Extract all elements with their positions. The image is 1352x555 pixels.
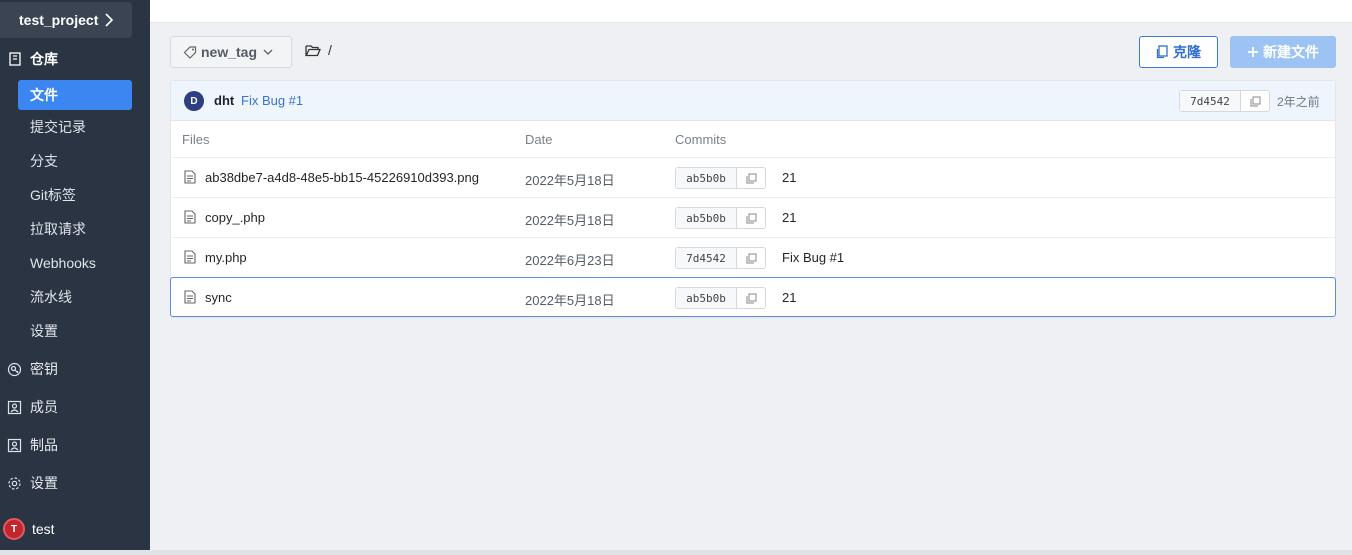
new-file-button[interactable]: 新建文件 — [1230, 36, 1336, 68]
sidebar-item-webhooks[interactable]: Webhooks — [18, 248, 132, 278]
sidebar-item-pull-requests[interactable]: 拉取请求 — [18, 214, 132, 244]
tag-select[interactable]: new_tag — [170, 36, 292, 68]
commit-message-link[interactable]: Fix Bug #1 — [782, 250, 844, 265]
avatar: T — [3, 518, 25, 540]
sidebar-item-repo-settings[interactable]: 设置 — [18, 316, 132, 346]
chevron-down-icon — [263, 48, 273, 56]
column-header-date: Date — [525, 132, 553, 147]
sidebar-item-pipelines[interactable]: 流水线 — [18, 282, 132, 312]
tag-icon — [183, 45, 197, 59]
new-file-button-label: 新建文件 — [1263, 44, 1319, 60]
commit-hash-chip: ab5b0b — [675, 287, 766, 309]
file-icon — [184, 250, 196, 264]
sidebar-item-label: 成员 — [30, 399, 58, 415]
user-name: test — [32, 521, 55, 537]
sidebar-item-members[interactable]: 成员 — [0, 392, 150, 422]
table-row[interactable]: ab38dbe7-a4d8-48e5-bb15-45226910d393.png… — [171, 157, 1335, 197]
sidebar-item-branches[interactable]: 分支 — [18, 146, 132, 176]
latest-commit-bar: D dht Fix Bug #1 7d4542 2年之前 — [171, 81, 1335, 121]
copy-icon[interactable] — [737, 213, 765, 224]
commit-hash[interactable]: ab5b0b — [676, 208, 737, 228]
commit-message-link[interactable]: 21 — [782, 210, 796, 225]
repo-icon — [8, 52, 22, 66]
chevron-right-icon — [104, 13, 114, 27]
commit-hash[interactable]: ab5b0b — [676, 288, 737, 308]
sidebar: test_project 仓库 文件 提交记录 分支 Git标签 拉取请求 We… — [0, 0, 150, 550]
sidebar-item-secrets[interactable]: 密钥 — [0, 354, 150, 384]
commit-hash[interactable]: ab5b0b — [676, 168, 737, 188]
commit-message-link[interactable]: 21 — [782, 170, 796, 185]
sidebar-item-label: 文件 — [30, 87, 58, 103]
file-date: 2022年5月18日 — [525, 293, 615, 308]
plus-icon — [1247, 46, 1259, 58]
commit-hash-chip: 7d4542 — [675, 247, 766, 269]
project-switcher[interactable]: test_project — [0, 2, 132, 38]
key-icon — [7, 362, 22, 377]
sidebar-section-repo[interactable]: 仓库 — [0, 44, 150, 74]
avatar: D — [184, 91, 204, 111]
artifacts-icon — [7, 438, 22, 453]
clone-button[interactable]: 克隆 — [1139, 36, 1218, 68]
sidebar-item-label: 提交记录 — [30, 119, 86, 135]
file-browser: D dht Fix Bug #1 7d4542 2年之前 Files Date … — [170, 80, 1336, 318]
sidebar-item-label: Webhooks — [30, 255, 96, 271]
file-icon — [184, 290, 196, 304]
file-date: 2022年5月18日 — [525, 173, 615, 188]
members-icon — [7, 400, 22, 415]
sidebar-section-label: 仓库 — [30, 51, 58, 67]
gear-icon — [7, 476, 22, 491]
commit-time: 2年之前 — [1277, 95, 1320, 109]
file-date: 2022年6月23日 — [525, 253, 615, 268]
sidebar-item-label: 设置 — [30, 323, 58, 339]
file-name-link[interactable]: sync — [205, 290, 232, 305]
file-icon — [184, 170, 196, 184]
sidebar-item-label: 制品 — [30, 437, 58, 453]
breadcrumb-path[interactable]: / — [328, 42, 332, 58]
commit-hash[interactable]: 7d4542 — [1180, 91, 1241, 111]
commit-message-link[interactable]: 21 — [782, 290, 796, 305]
copy-icon[interactable] — [737, 293, 765, 304]
copy-icon[interactable] — [737, 253, 765, 264]
sidebar-item-commits[interactable]: 提交记录 — [18, 112, 132, 142]
file-date: 2022年5月18日 — [525, 213, 615, 228]
table-row[interactable]: copy_.php 2022年5月18日 ab5b0b 21 — [171, 197, 1335, 237]
sidebar-item-label: 流水线 — [30, 289, 72, 305]
file-name-link[interactable]: copy_.php — [205, 210, 265, 225]
user-menu[interactable]: T test — [3, 518, 55, 540]
top-bar — [150, 0, 1352, 23]
commit-hash-chip: ab5b0b — [675, 167, 766, 189]
commit-hash-chip: 7d4542 — [1179, 90, 1270, 112]
commit-author: dht — [214, 93, 235, 108]
sidebar-item-label: 分支 — [30, 153, 58, 169]
commit-message-link[interactable]: Fix Bug #1 — [241, 93, 303, 108]
folder-open-icon — [305, 44, 321, 57]
commit-hash-chip: ab5b0b — [675, 207, 766, 229]
clone-icon — [1156, 45, 1169, 59]
file-icon — [184, 210, 196, 224]
project-name: test_project — [19, 12, 99, 28]
window-bottom-edge — [0, 550, 1352, 555]
breadcrumb: / — [305, 42, 332, 58]
table-row[interactable]: my.php 2022年6月23日 7d4542 Fix Bug #1 — [171, 237, 1335, 277]
column-header-files: Files — [182, 132, 210, 147]
sidebar-item-label: 设置 — [30, 475, 58, 491]
copy-icon[interactable] — [1241, 96, 1269, 107]
file-name-link[interactable]: my.php — [205, 250, 247, 265]
table-row[interactable]: sync 2022年5月18日 ab5b0b 21 — [170, 277, 1336, 317]
file-name-link[interactable]: ab38dbe7-a4d8-48e5-bb15-45226910d393.png — [205, 170, 479, 185]
sidebar-item-artifacts[interactable]: 制品 — [0, 430, 150, 460]
sidebar-item-git-tags[interactable]: Git标签 — [18, 180, 132, 210]
sidebar-item-label: Git标签 — [30, 187, 76, 203]
sidebar-item-label: 密钥 — [30, 361, 58, 377]
commit-hash[interactable]: 7d4542 — [676, 248, 737, 268]
sidebar-item-label: 拉取请求 — [30, 221, 86, 237]
sidebar-item-files[interactable]: 文件 — [18, 80, 132, 110]
tag-select-value: new_tag — [201, 44, 258, 60]
copy-icon[interactable] — [737, 173, 765, 184]
clone-button-label: 克隆 — [1173, 44, 1201, 60]
sidebar-item-settings[interactable]: 设置 — [0, 468, 150, 498]
column-header-commits: Commits — [675, 132, 727, 147]
